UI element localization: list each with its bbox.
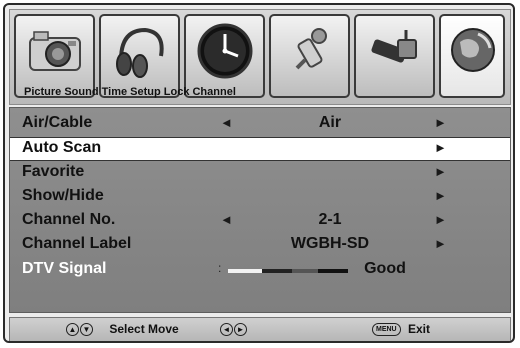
signal-colon: : bbox=[218, 261, 222, 275]
row-value: WGBH-SD bbox=[290, 235, 370, 252]
tab-lock[interactable] bbox=[354, 14, 435, 98]
lock-connector-icon bbox=[371, 30, 417, 63]
right-arrow-icon[interactable]: ► bbox=[434, 212, 447, 227]
tv-osd-window: Picture Sound Time Setup Lock Channel Ai… bbox=[3, 3, 515, 343]
signal-seg bbox=[262, 269, 292, 273]
row-value: Air bbox=[318, 114, 342, 131]
help-select-move-label: Select Move bbox=[109, 322, 179, 336]
right-arrow-icon[interactable]: ► bbox=[434, 164, 447, 179]
right-arrow-icon[interactable]: ► bbox=[434, 188, 447, 203]
row-label: Favorite bbox=[22, 163, 85, 180]
menu-category-bar: Picture Sound Time Setup Lock Channel bbox=[9, 9, 511, 105]
help-exit-label: Exit bbox=[407, 322, 430, 336]
signal-quality: Good bbox=[364, 260, 406, 277]
left-arrow-icon[interactable]: ◄ bbox=[220, 115, 233, 130]
up-arrow-icon: ▲ bbox=[66, 323, 79, 337]
right-arrow-icon[interactable]: ► bbox=[434, 236, 447, 251]
tab-labels: Picture Sound Time Setup Lock Channel bbox=[24, 86, 236, 98]
signal-seg bbox=[318, 269, 348, 273]
right-arrow-icon[interactable]: ► bbox=[434, 140, 447, 155]
headphones-icon bbox=[116, 27, 164, 78]
row-label: Channel No. bbox=[22, 211, 116, 228]
help-exit: MENU Exit bbox=[372, 322, 430, 337]
help-bar: ▲ ▼ Select Move ◄ ► MENU Exit bbox=[9, 317, 511, 341]
help-left-right: ◄ ► bbox=[220, 322, 248, 337]
row-label: Air/Cable bbox=[22, 114, 93, 131]
left-arrow-icon: ◄ bbox=[220, 323, 233, 337]
right-arrow-icon: ► bbox=[234, 323, 247, 337]
menu-row-channel-label[interactable]: Channel Label WGBH-SD ► bbox=[10, 234, 510, 256]
row-value: 2-1 bbox=[318, 211, 342, 228]
menu-key-icon: MENU bbox=[372, 323, 401, 337]
tab-channel[interactable] bbox=[439, 14, 505, 98]
help-select-move: ▲ ▼ Select Move bbox=[66, 322, 179, 337]
row-label: Show/Hide bbox=[22, 187, 104, 204]
globe-icon bbox=[451, 28, 495, 72]
camera-icon bbox=[29, 31, 81, 71]
row-label: Channel Label bbox=[22, 235, 132, 252]
menu-row-show-hide[interactable]: Show/Hide ► bbox=[10, 186, 510, 208]
down-arrow-icon: ▼ bbox=[80, 323, 93, 337]
row-label: DTV Signal bbox=[22, 260, 107, 277]
menu-row-channel-no[interactable]: Channel No. ◄ 2-1 ► bbox=[10, 210, 510, 232]
setup-tools-icon bbox=[295, 28, 327, 70]
menu-row-auto-scan[interactable]: Auto Scan ► bbox=[10, 137, 510, 161]
row-label: Auto Scan bbox=[22, 139, 102, 156]
signal-seg bbox=[228, 269, 262, 273]
signal-strength-bar bbox=[228, 269, 348, 273]
left-arrow-icon[interactable]: ◄ bbox=[220, 212, 233, 227]
tab-setup[interactable] bbox=[269, 14, 350, 98]
menu-row-dtv-signal: DTV Signal : Good bbox=[10, 259, 510, 281]
right-arrow-icon[interactable]: ► bbox=[434, 115, 447, 130]
channel-menu: Air/Cable ◄ Air ► Auto Scan ► Favorite ►… bbox=[9, 107, 511, 313]
menu-row-favorite[interactable]: Favorite ► bbox=[10, 162, 510, 184]
menu-row-air-cable[interactable]: Air/Cable ◄ Air ► bbox=[10, 113, 510, 135]
clock-icon bbox=[197, 23, 253, 79]
signal-seg bbox=[292, 269, 318, 273]
